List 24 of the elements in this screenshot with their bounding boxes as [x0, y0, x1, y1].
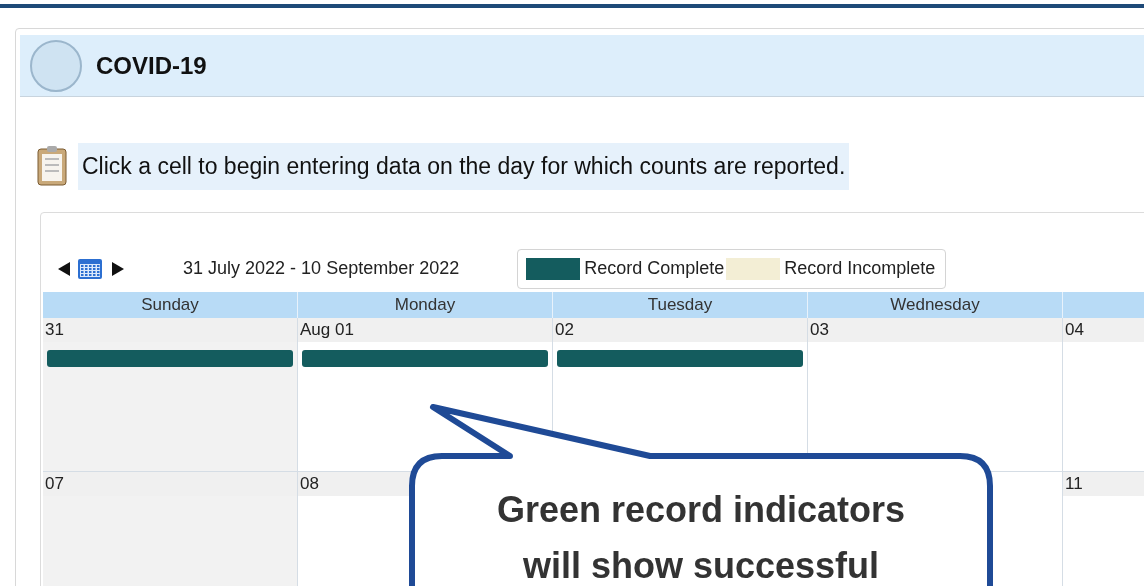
record-bar[interactable] [47, 349, 293, 367]
legend-label: Record Incomplete [784, 257, 936, 280]
day-number: 04 [1063, 317, 1144, 342]
weekday-header: Tuesday [553, 291, 808, 318]
record-bar[interactable] [557, 349, 803, 367]
instruction-text: Click a cell to begin entering data on the day for which counts are reported. [78, 143, 850, 190]
date-range: 31 July 2022 - 10 September 2022 [183, 257, 460, 280]
calendar-icon[interactable] [77, 256, 103, 281]
day-cell[interactable]: 31 [43, 317, 298, 472]
day-number: 11 [1063, 471, 1144, 496]
legend-label: Record Complete [584, 257, 725, 280]
weekday-header: Monday [298, 291, 553, 318]
record-bar[interactable] [302, 349, 548, 367]
weekday-header: Sunday [43, 291, 298, 318]
weekday-header: Wednesday [808, 291, 1063, 318]
page-title: COVID-19 [96, 50, 207, 81]
day-cell[interactable]: 04 [1063, 317, 1144, 472]
day-number: 03 [808, 317, 1062, 342]
day-number: 02 [553, 317, 807, 342]
avatar-icon [30, 39, 82, 92]
day-cell[interactable]: 07 [43, 471, 298, 586]
day-number: Aug 01 [298, 317, 552, 342]
day-cell[interactable]: 03 [808, 317, 1063, 472]
clipboard-icon [36, 145, 70, 188]
